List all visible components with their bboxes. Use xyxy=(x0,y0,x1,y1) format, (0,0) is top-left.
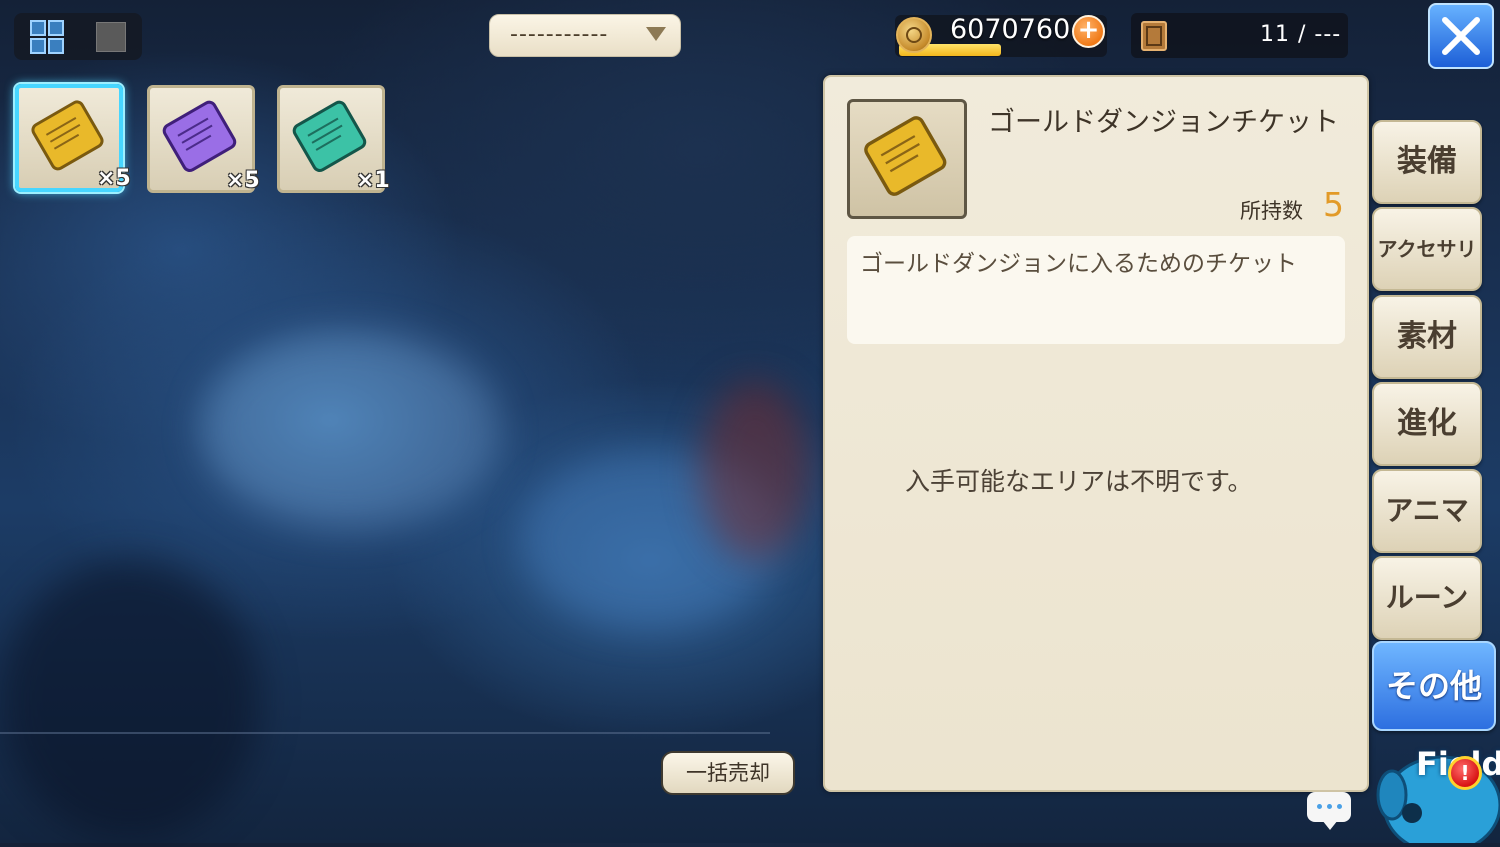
capacity-count: 11 / --- xyxy=(1260,22,1342,47)
alert-icon: ! xyxy=(1448,756,1482,790)
bag-icon-inner xyxy=(1146,26,1162,46)
chat-bubble-tail xyxy=(1322,820,1338,830)
gold-amount: 6070760 xyxy=(950,14,1071,45)
chat-dot xyxy=(1337,804,1342,809)
selected-item-icon xyxy=(847,99,967,219)
acquisition-area-info: 入手可能なエリアは不明です。 xyxy=(905,467,1253,496)
list-view-icon[interactable] xyxy=(96,22,126,52)
tab-label: その他 xyxy=(1385,667,1482,705)
tab-other[interactable]: その他 xyxy=(1372,641,1496,731)
item-slot-teal-ticket[interactable]: ×1 xyxy=(277,85,390,193)
tab-anima[interactable]: アニマ xyxy=(1372,469,1482,553)
dropdown-value: ----------- xyxy=(510,22,609,47)
tab-label: アニマ xyxy=(1385,494,1469,527)
tab-equipment[interactable]: 装備 xyxy=(1372,120,1482,204)
tab-label: ルーン xyxy=(1385,581,1469,614)
tab-evolution[interactable]: 進化 xyxy=(1372,382,1482,466)
chat-dot xyxy=(1317,804,1322,809)
item-count: ×5 xyxy=(97,166,131,191)
chevron-down-icon xyxy=(646,27,666,41)
close-button[interactable] xyxy=(1428,3,1494,69)
tab-label: アクセサリ xyxy=(1377,237,1477,261)
chat-dot xyxy=(1327,804,1332,809)
add-gold-button[interactable]: + xyxy=(1072,15,1105,48)
grid-view-icon[interactable] xyxy=(30,20,64,54)
tab-rune[interactable]: ルーン xyxy=(1372,556,1482,640)
coin-emblem xyxy=(906,27,922,43)
item-slot-gold-ticket[interactable]: ×5 xyxy=(15,84,131,192)
close-icon xyxy=(1442,17,1480,55)
divider-line xyxy=(0,732,770,734)
tab-label: 装備 xyxy=(1397,144,1457,179)
item-slot-purple-ticket[interactable]: ×5 xyxy=(147,85,260,193)
gold-ticket-icon xyxy=(864,116,947,196)
tab-label: 素材 xyxy=(1397,319,1457,354)
item-description: ゴールドダンジョンに入るためのチケット xyxy=(860,251,1297,277)
quantity-value: 5 xyxy=(1323,185,1344,224)
tab-material[interactable]: 素材 xyxy=(1372,295,1482,379)
tab-label: 進化 xyxy=(1397,406,1457,441)
quantity-label: 所持数 xyxy=(1240,199,1303,223)
item-name: ゴールドダンジョンチケット xyxy=(988,107,1339,138)
item-count: ×1 xyxy=(356,168,390,193)
tab-accessory[interactable]: アクセサリ xyxy=(1372,207,1482,291)
bulk-sell-button[interactable]: 一括売却 xyxy=(661,751,795,795)
item-count: ×5 xyxy=(226,168,260,193)
